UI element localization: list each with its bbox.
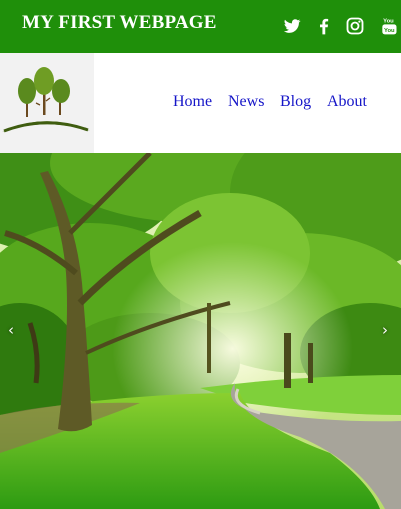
nav-blog[interactable]: Blog <box>280 93 311 111</box>
nav-home[interactable]: Home <box>173 93 212 111</box>
svg-text:You: You <box>383 19 394 25</box>
instagram-icon[interactable] <box>345 16 365 36</box>
twitter-icon[interactable] <box>282 16 302 36</box>
nav-row: Home News Blog About <box>0 53 401 153</box>
facebook-icon[interactable] <box>314 16 334 36</box>
nav-about[interactable]: About <box>327 93 367 111</box>
header-bar: MY FIRST WEBPAGE You You <box>0 0 401 53</box>
trees-logo-icon <box>2 67 90 133</box>
logo[interactable] <box>0 53 94 153</box>
nav-news[interactable]: News <box>228 93 264 111</box>
carousel-prev-button[interactable]: ‹ <box>8 321 14 339</box>
carousel-next-button[interactable]: › <box>382 321 388 339</box>
hero-carousel: ‹ › <box>0 153 401 509</box>
site-title: MY FIRST WEBPAGE <box>22 12 217 33</box>
park-image <box>0 153 401 509</box>
youtube-icon[interactable]: You You <box>379 16 399 36</box>
svg-text:You: You <box>384 28 395 34</box>
